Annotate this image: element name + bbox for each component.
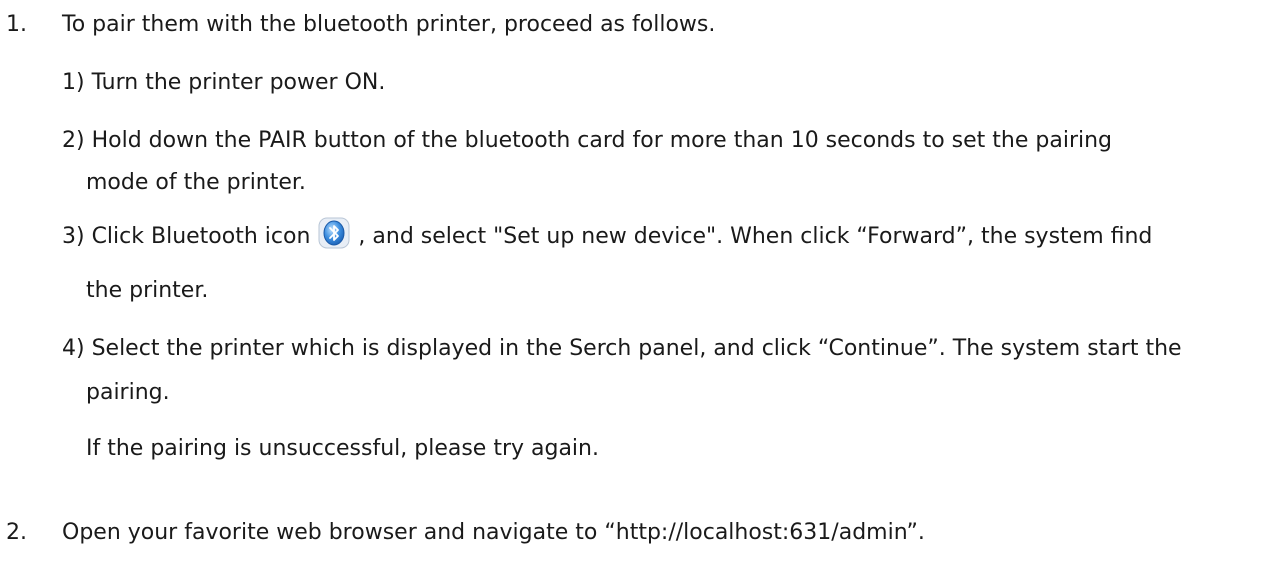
- retry-note: If the pairing is unsuccessful, please t…: [86, 436, 599, 461]
- step-4-line-1: 4) Select the printer which is displayed…: [62, 336, 1182, 361]
- item-2-text: Open your favorite web browser and navig…: [62, 520, 925, 545]
- step-3-line-1: 3) Click Bluetooth icon , and select "Se…: [62, 217, 1153, 250]
- list-number-1: 1.: [6, 12, 27, 37]
- step-3-text-before-icon: 3) Click Bluetooth icon: [62, 224, 311, 249]
- step-2-line-2: mode of the printer.: [86, 170, 306, 195]
- step-3-line-2: the printer.: [86, 278, 209, 303]
- step-1: 1) Turn the printer power ON.: [62, 70, 386, 95]
- step-2-line-1: 2) Hold down the PAIR button of the blue…: [62, 128, 1113, 153]
- list-number-2: 2.: [6, 520, 27, 545]
- bluetooth-icon: [318, 217, 350, 249]
- step-4-line-2: pairing.: [86, 380, 170, 405]
- step-3-text-after-icon: , and select "Set up new device". When c…: [358, 224, 1153, 249]
- item-1-text: To pair them with the bluetooth printer,…: [62, 12, 716, 37]
